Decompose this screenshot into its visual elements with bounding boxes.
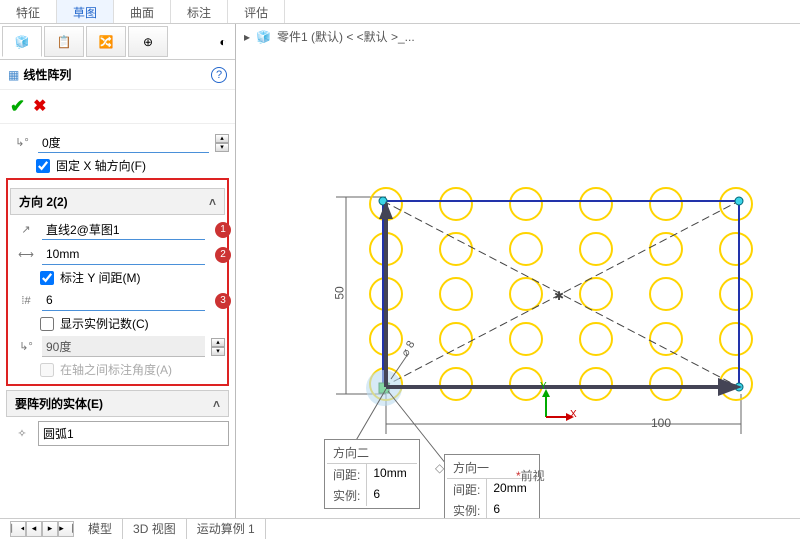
svg-text:✱: ✱ <box>554 289 564 303</box>
callout-spacing-label: 间距: <box>327 464 367 485</box>
part-name: 零件1 (默认) < <默认 >_... <box>277 28 415 45</box>
callout-title: 方向二 <box>327 442 417 464</box>
direction-ref-input[interactable] <box>42 219 205 240</box>
panel-menu-icon[interactable]: ◐ <box>213 26 233 57</box>
entities-header[interactable]: 要阵列的实体(E) ˄ <box>6 390 229 417</box>
cancel-button[interactable]: ✖ <box>33 96 46 117</box>
tab-features[interactable]: 特征 <box>0 0 57 23</box>
show-count-label: 显示实例记数(C) <box>60 315 149 332</box>
angle-x-input[interactable] <box>38 132 209 153</box>
expand-tree-icon[interactable]: ▸ <box>244 30 250 44</box>
section-label: 要阵列的实体(E) <box>15 395 103 412</box>
graphics-viewport[interactable]: ▸ 🧊 零件1 (默认) < <默认 >_... <box>236 24 800 518</box>
angle-between-checkbox <box>40 363 54 377</box>
model-tabs-bar: ⎸◂ ◂ ▸ ▸⎹ 模型 3D 视图 运动算例 1 <box>0 518 800 538</box>
config-tab[interactable]: 🔀 <box>86 26 126 57</box>
callout-spacing-value[interactable]: 10mm <box>367 464 416 485</box>
spin-down[interactable]: ▾ <box>215 143 229 152</box>
show-count-checkbox[interactable] <box>40 317 54 331</box>
pm-actions: ✔ ✖ <box>0 90 235 124</box>
nav-prev[interactable]: ◂ <box>26 521 42 537</box>
sketch-canvas[interactable]: ✱ <box>236 54 796 514</box>
callout-count-label: 实例: <box>327 485 367 506</box>
axis-y-label: Y <box>540 381 547 392</box>
fix-x-axis-label: 固定 X 轴方向(F) <box>56 157 146 174</box>
tab-annotate[interactable]: 标注 <box>171 0 228 23</box>
callout-badge-1: 1 <box>215 222 231 238</box>
direction-2-header[interactable]: 方向 2(2) ˄ <box>10 188 225 215</box>
dimxpert-tab[interactable]: ⊕ <box>128 26 168 57</box>
angle2-icon: ↳° <box>16 338 36 356</box>
callout-badge-3: 3 <box>215 293 231 309</box>
count-input[interactable] <box>42 290 205 311</box>
direction-ref-icon: ↗ <box>16 221 36 239</box>
dim-width[interactable]: 100 <box>651 416 671 430</box>
section-label: 方向 2(2) <box>19 193 68 210</box>
angle2-input <box>42 336 205 357</box>
manager-tabs: 🧊 📋 🔀 ⊕ ◐ <box>0 24 235 60</box>
callout-direction-2[interactable]: 方向二 间距:10mm 实例:6 <box>324 439 420 509</box>
axis-x-label: X <box>570 409 577 420</box>
direction-2-group: 方向 2(2) ˄ ↗ 1 ⟷ 2 ▴▾ 标注 Y 间距(M) <box>6 178 229 386</box>
callout-badge-2: 2 <box>215 247 231 263</box>
help-icon[interactable]: ? <box>211 67 227 83</box>
dim-height[interactable]: 50 <box>333 286 347 299</box>
pm-title: 线性阵列 <box>23 66 71 83</box>
spacing-input[interactable] <box>42 244 205 265</box>
breadcrumb[interactable]: ▸ 🧊 零件1 (默认) < <默认 >_... <box>244 28 415 45</box>
drag-handle-icon[interactable]: ◇ <box>435 461 444 475</box>
triad-icon: Y X <box>538 387 576 428</box>
spin-down: ▾ <box>211 347 225 356</box>
count-icon: ⁞# <box>16 292 36 310</box>
fix-x-axis-checkbox[interactable] <box>36 159 50 173</box>
callout-spacing-label: 间距: <box>447 479 487 500</box>
feature-tree-tab[interactable]: 🧊 <box>2 26 42 57</box>
entities-list[interactable]: 圆弧1 <box>38 421 229 446</box>
linear-pattern-icon: ▦ <box>8 68 19 82</box>
property-tab[interactable]: 📋 <box>44 26 84 57</box>
nav-next[interactable]: ▸ <box>42 521 58 537</box>
tab-model[interactable]: 模型 <box>78 518 123 539</box>
ok-button[interactable]: ✔ <box>10 96 25 117</box>
view-name-label: 前视 <box>516 467 545 484</box>
spin-up[interactable]: ▴ <box>215 134 229 143</box>
chevron-up-icon[interactable]: ˄ <box>213 397 220 411</box>
angle-icon: ↳° <box>12 134 32 152</box>
tab-surfaces[interactable]: 曲面 <box>114 0 171 23</box>
nav-first[interactable]: ⎸◂ <box>10 521 26 537</box>
spacing-icon: ⟷ <box>16 246 36 264</box>
angle-between-label: 在轴之间标注角度(A) <box>60 361 172 378</box>
part-icon: 🧊 <box>256 30 271 44</box>
dim-y-spacing-label: 标注 Y 间距(M) <box>60 269 140 286</box>
spin-up: ▴ <box>211 338 225 347</box>
dim-y-spacing-checkbox[interactable] <box>40 271 54 285</box>
nav-last[interactable]: ▸⎹ <box>58 521 74 537</box>
entities-icon: ✧ <box>12 425 32 443</box>
pm-header: ▦ 线性阵列 ? <box>0 60 235 90</box>
ribbon-tabs: 特征 草图 曲面 标注 评估 <box>0 0 800 24</box>
property-manager-panel: 🧊 📋 🔀 ⊕ ◐ ▦ 线性阵列 ? ✔ ✖ ↳° ▴▾ 固定 X 轴方向(F) <box>0 24 236 518</box>
tab-3dview[interactable]: 3D 视图 <box>123 518 187 539</box>
tab-sketch[interactable]: 草图 <box>57 0 114 23</box>
tab-motion[interactable]: 运动算例 1 <box>187 518 266 539</box>
callout-count-value[interactable]: 6 <box>367 485 415 506</box>
tab-evaluate[interactable]: 评估 <box>228 0 285 23</box>
callout-direction-1[interactable]: ◇ 方向一 间距:20mm 实例:6 <box>444 454 540 524</box>
chevron-up-icon[interactable]: ˄ <box>209 195 216 209</box>
